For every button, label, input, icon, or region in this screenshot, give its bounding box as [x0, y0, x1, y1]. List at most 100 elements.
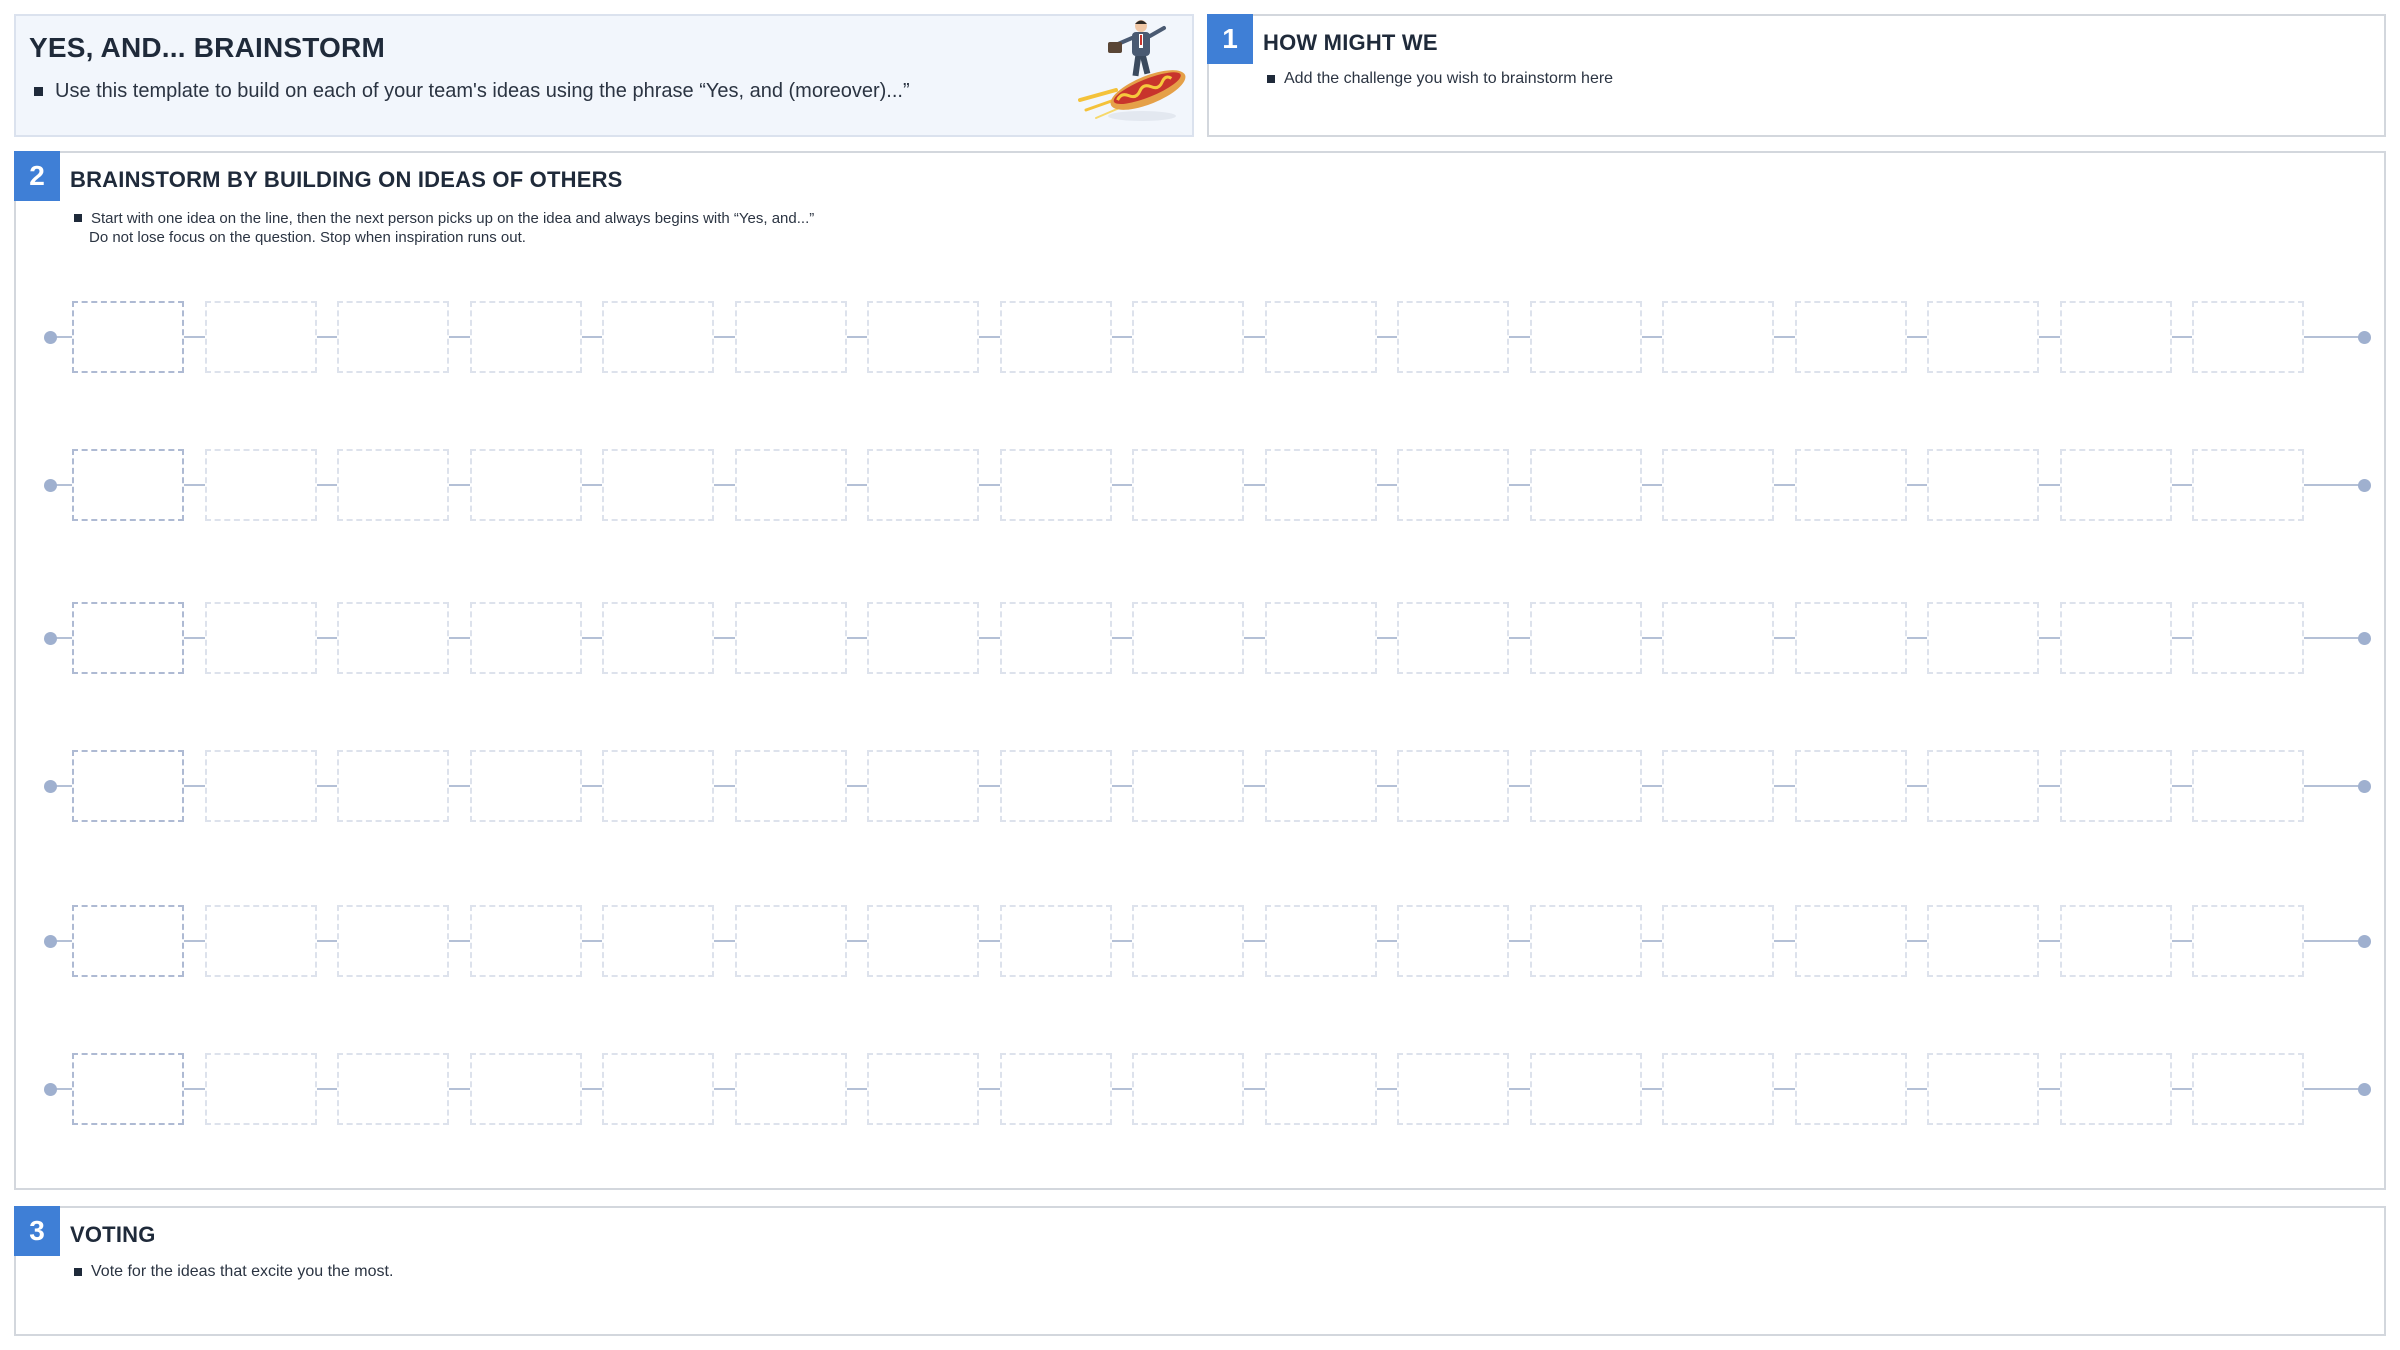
idea-slot[interactable] — [337, 602, 449, 674]
first-idea-slot[interactable] — [72, 1053, 184, 1125]
idea-slot[interactable] — [2060, 750, 2172, 822]
idea-slot[interactable] — [1000, 449, 1112, 521]
idea-slot[interactable] — [1132, 449, 1244, 521]
idea-slot[interactable] — [1662, 905, 1774, 977]
idea-slot[interactable] — [337, 750, 449, 822]
idea-slot[interactable] — [470, 750, 582, 822]
idea-slot[interactable] — [2060, 449, 2172, 521]
idea-slot[interactable] — [470, 905, 582, 977]
idea-slot[interactable] — [1265, 1053, 1377, 1125]
idea-slot[interactable] — [1397, 301, 1509, 373]
idea-slot[interactable] — [2192, 905, 2304, 977]
idea-slot[interactable] — [337, 301, 449, 373]
idea-slot[interactable] — [2192, 1053, 2304, 1125]
idea-slot[interactable] — [1397, 905, 1509, 977]
idea-slot[interactable] — [735, 301, 847, 373]
first-idea-slot[interactable] — [72, 750, 184, 822]
idea-slot[interactable] — [1000, 301, 1112, 373]
idea-slot[interactable] — [1265, 750, 1377, 822]
idea-slot[interactable] — [1662, 750, 1774, 822]
idea-slot[interactable] — [1530, 905, 1642, 977]
idea-slot[interactable] — [602, 750, 714, 822]
idea-slot[interactable] — [1927, 449, 2039, 521]
idea-slot[interactable] — [2060, 301, 2172, 373]
idea-slot[interactable] — [1927, 301, 2039, 373]
first-idea-slot[interactable] — [72, 449, 184, 521]
idea-slot[interactable] — [1000, 1053, 1112, 1125]
idea-slot[interactable] — [1662, 602, 1774, 674]
idea-slot[interactable] — [337, 1053, 449, 1125]
idea-slot[interactable] — [1530, 750, 1642, 822]
idea-slot[interactable] — [1795, 449, 1907, 521]
idea-slot[interactable] — [1927, 905, 2039, 977]
idea-slot[interactable] — [1530, 602, 1642, 674]
idea-slot[interactable] — [735, 449, 847, 521]
idea-slot[interactable] — [470, 602, 582, 674]
idea-slot[interactable] — [1132, 1053, 1244, 1125]
idea-slot[interactable] — [1662, 1053, 1774, 1125]
idea-slot[interactable] — [1265, 602, 1377, 674]
idea-slot[interactable] — [735, 1053, 847, 1125]
idea-slot[interactable] — [1397, 449, 1509, 521]
idea-slot[interactable] — [1397, 1053, 1509, 1125]
idea-slot[interactable] — [205, 602, 317, 674]
idea-slot[interactable] — [2060, 602, 2172, 674]
idea-slot[interactable] — [1132, 905, 1244, 977]
idea-slot[interactable] — [2060, 1053, 2172, 1125]
idea-slot[interactable] — [2192, 449, 2304, 521]
idea-slot[interactable] — [1795, 602, 1907, 674]
idea-slot[interactable] — [1927, 602, 2039, 674]
idea-slot[interactable] — [735, 602, 847, 674]
idea-slot[interactable] — [1265, 905, 1377, 977]
idea-slot[interactable] — [735, 905, 847, 977]
idea-slot[interactable] — [1662, 449, 1774, 521]
idea-slot[interactable] — [205, 905, 317, 977]
idea-slot[interactable] — [1000, 750, 1112, 822]
idea-slot[interactable] — [1795, 750, 1907, 822]
idea-slot[interactable] — [602, 301, 714, 373]
idea-slot[interactable] — [1000, 602, 1112, 674]
idea-slot[interactable] — [1927, 750, 2039, 822]
idea-slot[interactable] — [2192, 750, 2304, 822]
idea-slot[interactable] — [867, 1053, 979, 1125]
idea-slot[interactable] — [337, 905, 449, 977]
idea-slot[interactable] — [470, 1053, 582, 1125]
idea-slot[interactable] — [1795, 1053, 1907, 1125]
idea-slot[interactable] — [1927, 1053, 2039, 1125]
idea-slot[interactable] — [867, 449, 979, 521]
idea-slot[interactable] — [1265, 449, 1377, 521]
idea-slot[interactable] — [1662, 301, 1774, 373]
idea-slot[interactable] — [1000, 905, 1112, 977]
idea-slot[interactable] — [867, 750, 979, 822]
idea-slot[interactable] — [205, 449, 317, 521]
idea-slot[interactable] — [1530, 449, 1642, 521]
idea-slot[interactable] — [602, 1053, 714, 1125]
idea-slot[interactable] — [205, 1053, 317, 1125]
idea-slot[interactable] — [1397, 602, 1509, 674]
first-idea-slot[interactable] — [72, 602, 184, 674]
idea-slot[interactable] — [602, 449, 714, 521]
how-might-we-instruction[interactable]: Add the challenge you wish to brainstorm… — [1267, 70, 1613, 88]
idea-slot[interactable] — [1530, 301, 1642, 373]
idea-slot[interactable] — [1795, 301, 1907, 373]
idea-slot[interactable] — [205, 750, 317, 822]
idea-slot[interactable] — [470, 301, 582, 373]
first-idea-slot[interactable] — [72, 905, 184, 977]
idea-slot[interactable] — [2192, 602, 2304, 674]
idea-slot[interactable] — [1132, 602, 1244, 674]
idea-slot[interactable] — [867, 602, 979, 674]
idea-slot[interactable] — [867, 905, 979, 977]
idea-slot[interactable] — [735, 750, 847, 822]
first-idea-slot[interactable] — [72, 301, 184, 373]
idea-slot[interactable] — [602, 602, 714, 674]
idea-slot[interactable] — [337, 449, 449, 521]
idea-slot[interactable] — [602, 905, 714, 977]
idea-slot[interactable] — [1132, 301, 1244, 373]
idea-slot[interactable] — [2192, 301, 2304, 373]
idea-slot[interactable] — [470, 449, 582, 521]
idea-slot[interactable] — [1795, 905, 1907, 977]
idea-slot[interactable] — [205, 301, 317, 373]
idea-slot[interactable] — [1132, 750, 1244, 822]
idea-slot[interactable] — [867, 301, 979, 373]
idea-slot[interactable] — [1265, 301, 1377, 373]
